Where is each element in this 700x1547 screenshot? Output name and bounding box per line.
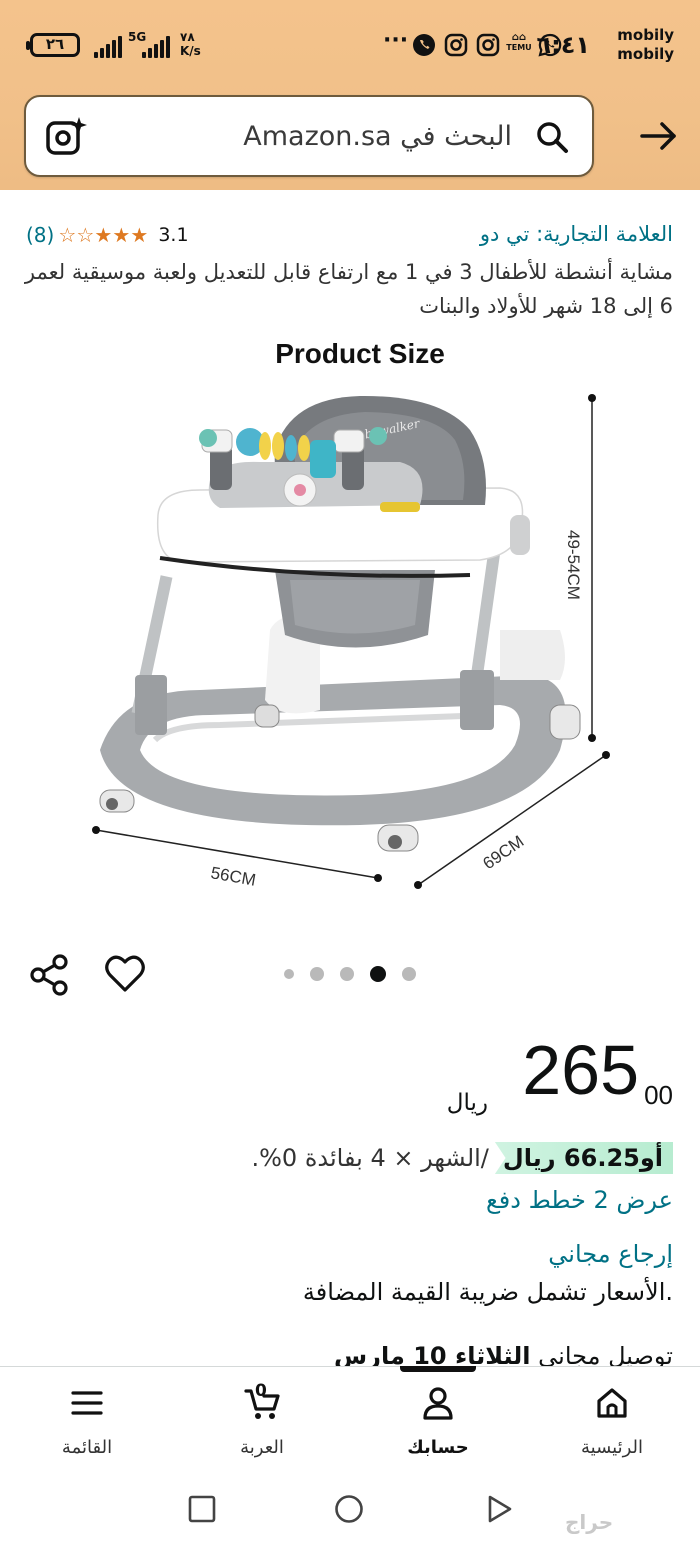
delivery-info: توصيل مجاني الثلاثاء 10 مارس: [334, 1342, 673, 1368]
nav-item-home[interactable]: الرئيسية: [547, 1367, 677, 1473]
price-currency: ريال: [446, 1090, 488, 1116]
search-placeholder: البحث في Amazon.sa: [243, 121, 512, 152]
star-empty-icon: ☆: [58, 223, 77, 247]
carrier-label: mobily mobily: [617, 26, 674, 64]
signal-icon: [94, 36, 124, 58]
search-input[interactable]: البحث في Amazon.sa: [24, 95, 594, 177]
back-triangle-icon[interactable]: [484, 1494, 514, 1524]
image-carousel-indicator[interactable]: [284, 966, 416, 982]
star-full-icon: ★: [130, 223, 149, 247]
home-circle-icon[interactable]: [334, 1494, 364, 1524]
app-header: ٢٦ 5G ٧٨ K/s ··· ⌂⌂ TEMU ٦:٤١ mobily mob…: [0, 0, 700, 190]
nav-label-home: الرئيسية: [581, 1437, 643, 1458]
carousel-dot[interactable]: [284, 969, 294, 979]
carrier-line-1: mobily: [617, 26, 674, 44]
installment-badge: أو66.25 ريال: [494, 1142, 673, 1174]
share-icon[interactable]: [28, 953, 72, 997]
nav-item-cart[interactable]: 0 العربة: [197, 1367, 327, 1473]
nav-label-account: حسابك: [407, 1437, 469, 1458]
network-speed: ٧٨ K/s: [180, 30, 201, 58]
speed-value: ٧٨: [180, 30, 195, 44]
installment-offer: أو66.25 ريال /الشهر × 4 بفائدة 0%.: [251, 1138, 673, 1178]
carousel-dot-active[interactable]: [370, 966, 386, 982]
speed-unit: K/s: [180, 44, 201, 58]
recent-apps-icon[interactable]: [187, 1494, 217, 1524]
review-count[interactable]: (8): [26, 223, 54, 247]
dimension-width-label: 56CM: [209, 863, 257, 890]
menu-icon: [71, 1391, 103, 1415]
clock: ٦:٤١: [536, 31, 590, 59]
installment-prefix: أو: [639, 1144, 663, 1172]
product-title: مشاية أنشطة للأطفال 3 في 1 مع ارتفاع قاب…: [24, 260, 673, 318]
carousel-dot[interactable]: [402, 967, 416, 981]
account-icon: [423, 1387, 453, 1420]
price-whole: 265: [522, 1031, 639, 1109]
nav-label-cart: العربة: [240, 1437, 284, 1458]
battery-indicator: ٢٦: [26, 33, 80, 57]
brand-link[interactable]: العلامة التجارية: تي دو: [480, 222, 673, 246]
price: ريال 265 00: [447, 1030, 673, 1120]
arrow-right-icon[interactable]: [638, 115, 680, 157]
search-icon[interactable]: [534, 119, 570, 155]
star-full-icon: ★: [94, 223, 113, 247]
carousel-dot[interactable]: [310, 967, 324, 981]
rating[interactable]: (8) ☆ ☆ ★ ★ ★ 3.1: [26, 221, 189, 249]
dimension-height-label: 49-54CM: [564, 530, 583, 600]
payment-plans-link[interactable]: عرض 2 خطط دفع: [486, 1186, 673, 1214]
star-empty-icon: ☆: [76, 223, 95, 247]
watermark-logo: حراج: [565, 1510, 614, 1534]
baby-walker-illustration: Babywalker 49-54CM 56CM 69CM: [92, 394, 610, 890]
carousel-dot[interactable]: [340, 967, 354, 981]
status-bar: ٢٦ 5G ٧٨ K/s ··· ⌂⌂ TEMU ٦:٤١ mobily mob…: [0, 22, 700, 72]
instagram-icon: [476, 33, 500, 57]
overflow-indicator: ···: [383, 28, 409, 53]
price-fraction: 00: [644, 1080, 673, 1110]
delivery-date: الثلاثاء 10 مارس: [334, 1342, 531, 1368]
signal-icon: [142, 36, 170, 58]
nav-item-account[interactable]: حسابك: [373, 1367, 503, 1473]
temu-label: TEMU: [506, 43, 532, 52]
free-returns-link[interactable]: إرجاع مجاني: [548, 1240, 673, 1268]
instagram-icon: [444, 33, 468, 57]
installment-text: /الشهر × 4 بفائدة 0%.: [251, 1144, 489, 1172]
star-full-icon: ★: [112, 223, 131, 247]
vat-note: .الأسعار تشمل ضريبة القيمة المضافة: [302, 1278, 673, 1306]
bottom-navigation: الرئيسية حسابك 0 العربة القائمة: [0, 1366, 700, 1472]
wishlist-heart-icon[interactable]: [102, 951, 148, 997]
temu-icon: ⌂⌂ TEMU: [506, 32, 532, 53]
cart-count-badge: 0: [255, 1381, 267, 1401]
star-rating: ☆ ☆ ★ ★ ★: [58, 224, 148, 246]
system-navigation-bar: حراج: [0, 1472, 700, 1547]
nav-item-menu[interactable]: القائمة: [22, 1367, 152, 1473]
installment-amount: 66.25 ريال: [502, 1144, 640, 1172]
search-row: البحث في Amazon.sa: [0, 95, 700, 179]
viber-icon: [413, 34, 435, 56]
product-image[interactable]: Product Size 49-54CM 56CM 69CM: [60, 330, 660, 910]
delivery-label: توصيل مجاني: [538, 1342, 673, 1368]
camera-search-icon[interactable]: [44, 115, 88, 159]
rating-value: 3.1: [158, 224, 189, 246]
carrier-line-2: mobily: [617, 45, 674, 63]
home-icon: [597, 1388, 627, 1418]
nav-label-menu: القائمة: [61, 1437, 113, 1458]
